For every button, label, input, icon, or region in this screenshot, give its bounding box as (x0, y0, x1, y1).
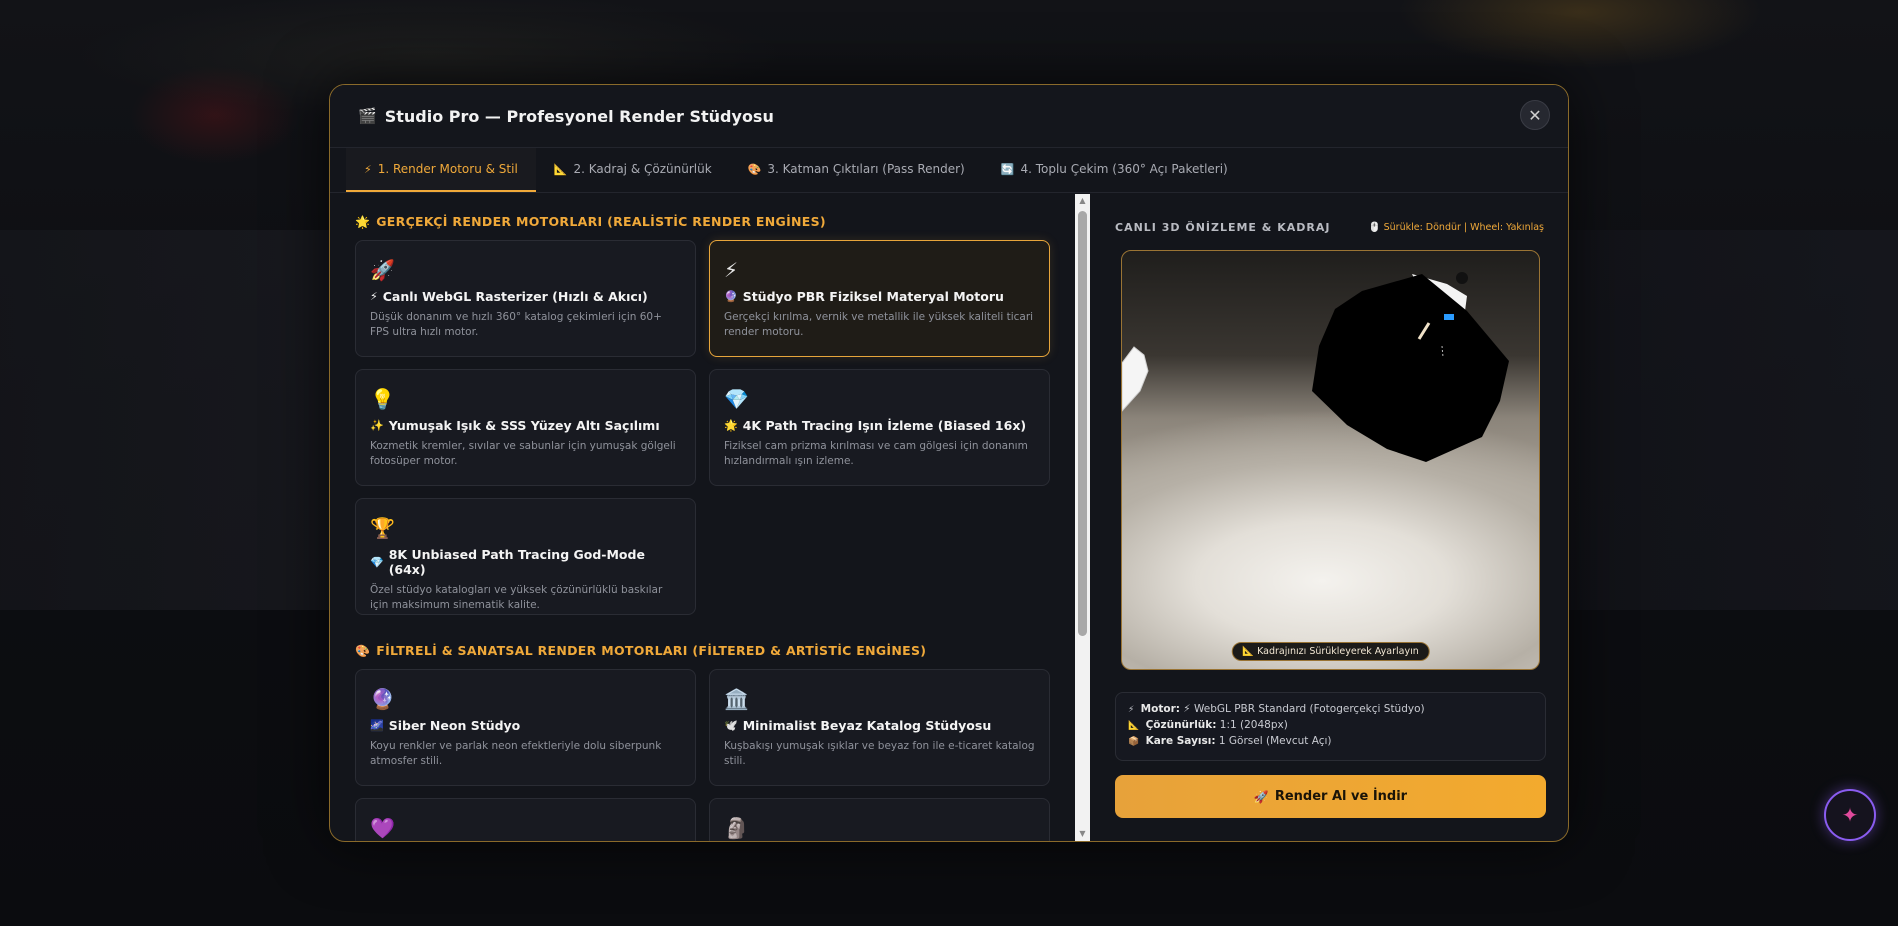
engine-card-description: Kozmetik kremler, sıvılar ve sabunlar iç… (370, 440, 676, 467)
package-icon: 📦 (1128, 737, 1140, 747)
render-download-button[interactable]: 🚀 Render Al ve İndir (1115, 775, 1546, 818)
tab-bar: ⚡ 1. Render Motoru & Stil 📐 2. Kadraj & … (330, 148, 1568, 193)
close-button[interactable]: ✕ (1520, 100, 1550, 130)
engine-card-title: ✨ Yumuşak Işık & SSS Yüzey Altı Saçılımı (370, 418, 660, 433)
classical-building-icon: 🏛️ (724, 687, 749, 711)
tab-framing-resolution[interactable]: 📐 2. Kadraj & Çözünürlük (536, 148, 730, 192)
framing-hint-badge: 📐 Kadrajınızı Sürükleyerek Ayarlayın (1231, 642, 1430, 661)
engine-card-moai[interactable]: 🗿 (709, 798, 1050, 841)
crystal-ball-icon: 🔮 (370, 687, 395, 711)
close-icon: ✕ (1528, 105, 1542, 125)
engine-card-description: Koyu renkler ve parlak neon efektleriyle… (370, 740, 662, 767)
engine-card-cyber-neon[interactable]: 🔮 🌌 Siber Neon Stüdyo Koyu renkler ve pa… (355, 669, 696, 786)
realistic-engine-grid: 🚀 ⚡ Canlı WebGL Rasterizer (Hızlı & Akıc… (355, 240, 1051, 615)
render-summary: ⚡ Motor: ⚡ WebGL PBR Standard (Fotogerçe… (1115, 692, 1546, 761)
engine-card-description: Kuşbakışı yumuşak ışıklar ve beyaz fon i… (724, 740, 1035, 767)
purple-heart-icon: 💜 (370, 816, 395, 840)
engine-card-description: Gerçekçi kırılma, vernik ve metallik ile… (724, 311, 1034, 338)
tab-layer-outputs[interactable]: 🎨 3. Katman Çıktıları (Pass Render) (730, 148, 983, 192)
palette-icon: 🎨 (355, 643, 371, 658)
engine-card-4k-path-tracing[interactable]: 💎 🌟 4K Path Tracing Işın İzleme (Biased … (709, 369, 1050, 486)
tab-label: 2. Kadraj & Çözünürlük (573, 162, 712, 176)
milky-way-icon: 🌌 (370, 719, 384, 732)
engine-card-title: 💎 8K Unbiased Path Tracing God-Mode (64x… (370, 547, 645, 577)
section-title-artistic: 🎨 FİLTRELİ & SANATSAL RENDER MOTORLARI (… (355, 643, 927, 658)
lightning-icon: ⚡ (1128, 705, 1135, 715)
engine-list-scrollbar[interactable]: ▲ ▼ (1075, 194, 1090, 841)
tab-render-engine[interactable]: ⚡ 1. Render Motoru & Stil (346, 148, 536, 192)
summary-frame-count: 📦 Kare Sayısı: 1 Görsel (Mevcut Açı) (1128, 735, 1332, 747)
light-bulb-icon: 💡 (370, 387, 395, 411)
tab-label: 1. Render Motoru & Stil (377, 162, 518, 176)
glowing-star-icon: 🌟 (724, 419, 738, 432)
gem-icon: 💎 (724, 387, 749, 411)
ruler-icon: 📐 (1128, 721, 1140, 731)
rocket-icon: 🚀 (1253, 789, 1269, 804)
glowing-star-icon: 🌟 (355, 214, 371, 229)
sparkles-icon: ✨ (370, 419, 384, 432)
engine-card-8k-unbiased[interactable]: 🏆 💎 8K Unbiased Path Tracing God-Mode (6… (355, 498, 696, 615)
gem-icon: 💎 (370, 555, 384, 569)
crystal-ball-icon: 🔮 (724, 290, 738, 303)
engine-card-title: 🕊️ Minimalist Beyaz Katalog Stüdyosu (724, 718, 992, 733)
engine-card-minimalist-white[interactable]: 🏛️ 🕊️ Minimalist Beyaz Katalog Stüdyosu … (709, 669, 1050, 786)
ai-assistant-button[interactable]: ✦ (1824, 789, 1876, 841)
palette-icon: 🎨 (747, 162, 762, 176)
section-title-realistic: 🌟 GERÇEKÇİ RENDER MOTORLARI (REALİSTİC R… (355, 214, 826, 229)
ruler-icon: 📐 (553, 162, 568, 176)
lightning-icon: ⚡ (724, 258, 739, 282)
engine-list-panel: 🌟 GERÇEKÇİ RENDER MOTORLARI (REALİSTİC R… (330, 194, 1075, 841)
studio-pro-modal: 🎬 Studio Pro — Profesyonel Render Stüdyo… (329, 84, 1569, 842)
repeat-icon: 🔄 (1000, 162, 1015, 176)
preview-hint: 🖱️ Sürükle: Döndür | Wheel: Yakınlaş (1368, 221, 1544, 233)
tab-label: 4. Toplu Çekim (360° Açı Paketleri) (1020, 162, 1228, 176)
trophy-icon: 🏆 (370, 516, 395, 540)
engine-card-title: 🌟 4K Path Tracing Işın İzleme (Biased 16… (724, 418, 1027, 433)
engine-card-description: Özel stüdyo katalogları ve yüksek çözünü… (370, 584, 663, 611)
engine-card-title: 🔮 Stüdyo PBR Fiziksel Materyal Motoru (724, 289, 1004, 304)
engine-card-webgl-rasterizer[interactable]: 🚀 ⚡ Canlı WebGL Rasterizer (Hızlı & Akıc… (355, 240, 696, 357)
3d-preview-viewport[interactable]: 📐 Kadrajınızı Sürükleyerek Ayarlayın (1121, 250, 1540, 670)
engine-card-title: ⚡ Canlı WebGL Rasterizer (Hızlı & Akıcı) (370, 289, 648, 304)
tab-label: 3. Katman Çıktıları (Pass Render) (767, 162, 965, 176)
scroll-up-arrow-icon[interactable]: ▲ (1077, 196, 1088, 206)
rocket-icon: 🚀 (370, 258, 395, 282)
lightning-icon: ⚡ (370, 290, 378, 303)
preview-title: CANLI 3D ÖNİZLEME & KADRAJ (1115, 220, 1331, 234)
engine-card-description: Fiziksel cam prizma kırılması ve cam göl… (724, 440, 1028, 467)
summary-motor: ⚡ Motor: ⚡ WebGL PBR Standard (Fotogerçe… (1128, 703, 1425, 715)
dove-icon: 🕊️ (724, 719, 738, 732)
engine-card-purple-heart[interactable]: 💜 (355, 798, 696, 841)
engine-card-studio-pbr[interactable]: ⚡ 🔮 Stüdyo PBR Fiziksel Materyal Motoru … (709, 240, 1050, 357)
sparkle-icon: ✦ (1841, 803, 1859, 827)
scroll-down-arrow-icon[interactable]: ▼ (1077, 829, 1088, 839)
clapperboard-icon: 🎬 (358, 107, 377, 125)
modal-header: 🎬 Studio Pro — Profesyonel Render Stüdyo… (330, 85, 1568, 148)
engine-card-soft-light-sss[interactable]: 💡 ✨ Yumuşak Işık & SSS Yüzey Altı Saçılı… (355, 369, 696, 486)
engine-card-title: 🌌 Siber Neon Stüdyo (370, 718, 521, 733)
engine-card-description: Düşük donanım ve hızlı 360° katalog çeki… (370, 311, 662, 338)
summary-resolution: 📐 Çözünürlük: 1:1 (2048px) (1128, 719, 1288, 731)
tab-batch-capture[interactable]: 🔄 4. Toplu Çekim (360° Açı Paketleri) (983, 148, 1246, 192)
lightning-icon: ⚡ (364, 162, 372, 176)
preview-panel: CANLI 3D ÖNİZLEME & KADRAJ 🖱️ Sürükle: D… (1090, 194, 1568, 841)
3d-preview-render (1122, 272, 1509, 462)
moai-icon: 🗿 (724, 816, 749, 840)
modal-title: Studio Pro — Profesyonel Render Stüdyosu (384, 106, 774, 126)
artistic-engine-grid: 🔮 🌌 Siber Neon Stüdyo Koyu renkler ve pa… (355, 669, 1051, 841)
scroll-thumb[interactable] (1078, 211, 1087, 636)
